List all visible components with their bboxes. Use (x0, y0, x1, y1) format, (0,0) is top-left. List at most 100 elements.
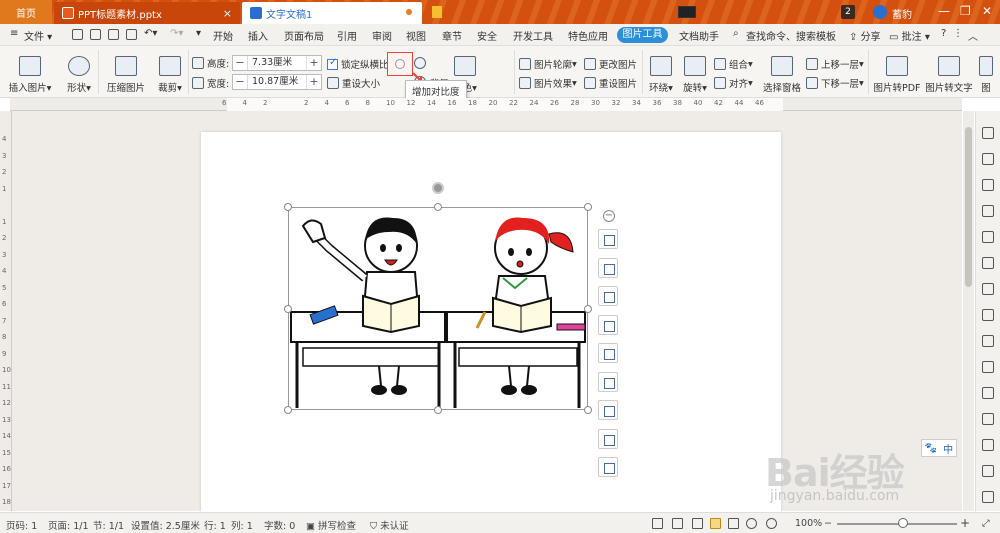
share-button[interactable]: ⇪ 分享 (849, 28, 881, 43)
height-input[interactable]: 7.33厘米 (247, 56, 307, 70)
width-increase-button[interactable]: + (307, 75, 321, 89)
width-stepper[interactable]: − 10.87厘米 + (232, 74, 322, 90)
page-view-icon[interactable] (710, 518, 721, 529)
vertical-scrollbar[interactable] (963, 111, 974, 511)
resize-handle[interactable] (284, 203, 292, 211)
zoom-level[interactable]: 100% (795, 518, 822, 529)
resize-handle[interactable] (584, 203, 592, 211)
page-number[interactable]: 页码: 1 (6, 518, 37, 532)
collapse-ribbon-icon[interactable]: ︿ (968, 28, 978, 43)
send-backward-button[interactable]: 下移一层 ▾ (806, 76, 864, 90)
picture-to-text-button[interactable]: 图片转文字 (925, 56, 973, 94)
zoom-in-icon[interactable]: + (960, 516, 970, 530)
screen-icon[interactable] (678, 6, 696, 18)
width-input[interactable]: 10.87厘米 (247, 75, 307, 89)
clipboard-icon[interactable] (982, 335, 994, 347)
width-decrease-button[interactable]: − (233, 75, 247, 89)
zoom-picture-icon[interactable] (598, 258, 618, 278)
menu-review[interactable]: 审阅 (372, 28, 392, 43)
selection-pane-button[interactable]: 选择窗格 (760, 56, 804, 94)
fullscreen-icon[interactable] (652, 518, 663, 529)
user-name[interactable]: 蓄豹 (892, 6, 912, 21)
height-stepper[interactable]: − 7.33厘米 + (232, 55, 322, 71)
resize-handle[interactable] (284, 406, 292, 414)
image-icon[interactable] (982, 413, 994, 425)
spell-check-button[interactable]: ▣ 拼写检查 (306, 518, 356, 532)
help-icon[interactable]: ? (941, 28, 946, 39)
outline-view-icon[interactable] (692, 518, 703, 529)
compress-picture-button[interactable]: 压缩图片 (104, 56, 148, 94)
menu-features[interactable]: 特色应用 (568, 28, 608, 43)
ime-indicator[interactable]: 🐾 中 (921, 439, 957, 457)
eye-protection-icon[interactable] (766, 518, 777, 529)
more-picture-tools-button[interactable]: 图 (976, 56, 996, 94)
lock-ratio-checkbox[interactable]: 锁定纵横比 (327, 57, 389, 71)
preview-icon[interactable] (126, 29, 137, 40)
shapes-icon[interactable] (982, 179, 994, 191)
extract-text-icon[interactable] (598, 400, 618, 420)
horizontal-ruler[interactable]: 6 4 2 2 4 6 8 10 12 14 16 18 20 22 24 26 28 30 32 34 36 38 40 4… (10, 98, 962, 111)
settings-icon[interactable] (982, 439, 994, 451)
search-icon[interactable]: ⌕ (733, 28, 739, 39)
align-button[interactable]: 对齐 ▾ (714, 76, 753, 90)
menu-picture-tools[interactable]: 图片工具 (617, 27, 668, 43)
menu-security[interactable]: 安全 (477, 28, 497, 43)
lock-icon[interactable] (982, 309, 994, 321)
undo-icon[interactable]: ↶▾ (144, 28, 157, 39)
section-count[interactable]: 节: 1/1 (93, 518, 124, 532)
print-icon[interactable] (108, 29, 119, 40)
insert-picture-button[interactable]: 插入图片▾ (8, 56, 52, 94)
redo-icon[interactable]: ↷▾ (170, 28, 183, 39)
collapse-toolbar-icon[interactable]: − (603, 210, 615, 222)
menu-reference[interactable]: 引用 (337, 28, 357, 43)
layout-options-icon[interactable] (598, 229, 618, 249)
web-layout-icon[interactable] (728, 518, 739, 529)
height-decrease-button[interactable]: − (233, 56, 247, 70)
styles-icon[interactable] (982, 257, 994, 269)
more-icon[interactable]: ⋮ (953, 28, 963, 39)
menu-insert[interactable]: 插入 (248, 28, 268, 43)
decrease-contrast-icon[interactable] (414, 57, 429, 69)
gallery-icon[interactable] (982, 387, 994, 399)
command-search[interactable]: 查找命令、搜索模板 (746, 28, 836, 43)
close-window-icon[interactable]: ✕ (982, 4, 992, 18)
document-icon[interactable] (982, 361, 994, 373)
picture-to-pdf-button[interactable]: 图片转PDF (873, 56, 921, 94)
resize-handle[interactable] (434, 406, 442, 414)
resize-handle[interactable] (584, 305, 592, 313)
cloud-icon[interactable] (982, 465, 994, 477)
comment-button[interactable]: ▭ 批注 ▾ (889, 28, 930, 43)
save-icon[interactable] (72, 29, 83, 40)
tab-ppt-file[interactable]: PPT标题素材.pptx × (54, 2, 240, 24)
col-indicator[interactable]: 列: 1 (231, 518, 253, 532)
menu-layout[interactable]: 页面布局 (284, 28, 324, 43)
group-button[interactable]: 组合 ▾ (714, 57, 753, 71)
shape-button[interactable]: 形状▾ (64, 56, 94, 94)
change-picture-button[interactable]: 更改图片 (584, 57, 637, 71)
sliders-icon[interactable] (982, 283, 994, 295)
tab-home[interactable]: 首页 (0, 0, 52, 24)
crop-tool-icon[interactable] (598, 315, 618, 335)
customize-icon[interactable]: ▾ (196, 28, 201, 39)
read-mode-icon[interactable] (672, 518, 683, 529)
picture-outline-button[interactable]: 图片轮廓 ▾ (519, 57, 577, 71)
window-count-badge[interactable]: 2 (841, 5, 855, 19)
layers-icon[interactable] (982, 205, 994, 217)
minimize-icon[interactable]: — (938, 4, 950, 18)
word-count[interactable]: 字数: 0 (264, 518, 295, 532)
export-icon[interactable] (90, 29, 101, 40)
avatar[interactable] (873, 5, 887, 19)
menu-doc-helper[interactable]: 文档助手 (679, 28, 719, 43)
resize-handle[interactable] (584, 406, 592, 414)
fit-page-icon[interactable]: ⤢ (982, 518, 990, 529)
menu-dev-tools[interactable]: 开发工具 (513, 28, 553, 43)
grid-icon[interactable] (982, 491, 994, 503)
setting-value[interactable]: 设置值: 2.5厘米 (131, 518, 200, 532)
copy-picture-icon[interactable] (598, 372, 618, 392)
picture-layer-icon[interactable] (598, 429, 618, 449)
pointer-icon[interactable] (982, 153, 994, 165)
compress-tool-icon[interactable] (598, 343, 618, 363)
picture-settings-icon[interactable] (598, 457, 618, 477)
crop-button[interactable]: 裁剪▾ (156, 56, 184, 94)
page-count[interactable]: 页面: 1/1 (48, 518, 89, 532)
